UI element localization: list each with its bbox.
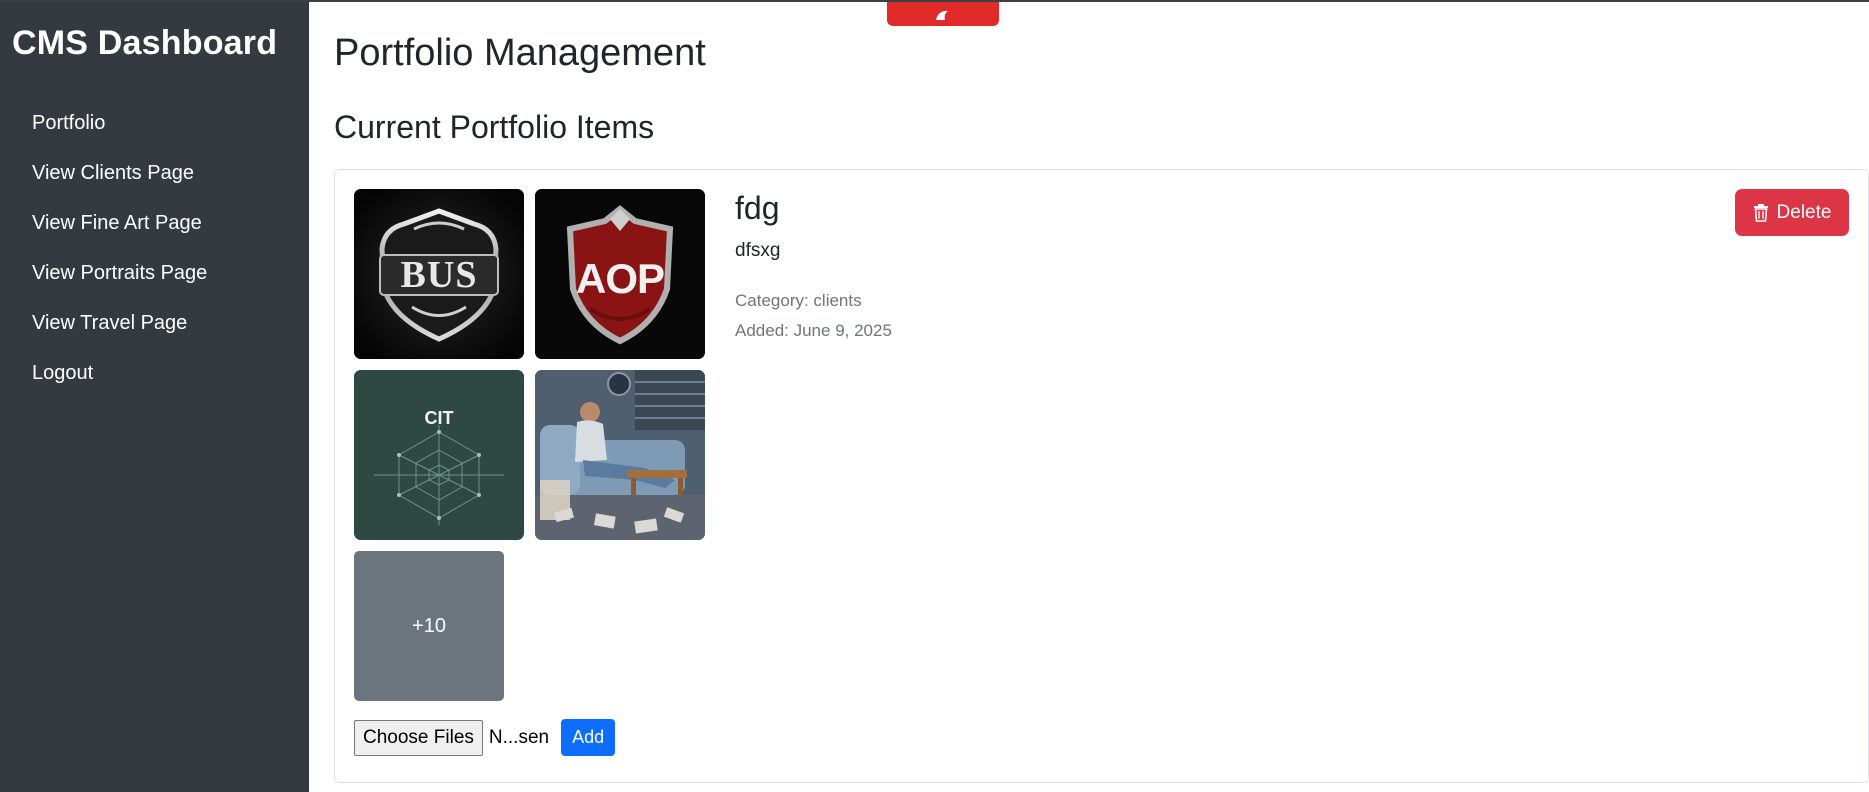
sidebar-item-portraits[interactable]: View Portraits Page: [0, 248, 309, 298]
upload-row: Choose Files N...sen Add: [354, 719, 616, 756]
main-content: Portfolio Management Current Portfolio I…: [309, 2, 1869, 792]
item-category: Category: clients: [735, 291, 862, 310]
bus-logo-text: BUS: [400, 254, 478, 296]
portfolio-image-bus-logo[interactable]: BUS: [354, 189, 524, 359]
cit-logo-image: [354, 370, 524, 540]
page-title: Portfolio Management: [334, 32, 706, 74]
sidebar-item-portfolio[interactable]: Portfolio: [0, 98, 309, 148]
item-title: fdg: [735, 190, 780, 226]
trash-icon: [1753, 203, 1768, 222]
more-images-tile[interactable]: +10: [354, 551, 504, 701]
section-title: Current Portfolio Items: [334, 109, 655, 145]
sidebar-item-logout[interactable]: Logout: [0, 348, 309, 398]
item-description: dfsxg: [735, 240, 781, 261]
add-button[interactable]: Add: [561, 719, 616, 756]
delete-button[interactable]: Delete: [1735, 189, 1849, 236]
portfolio-image-cit-logo[interactable]: CIT: [354, 370, 524, 540]
person-on-couch-image: [535, 370, 705, 540]
sidebar-nav: Portfolio View Clients Page View Fine Ar…: [0, 98, 309, 398]
aop-logo-text: AOP: [575, 255, 665, 302]
sidebar-item-clients[interactable]: View Clients Page: [0, 148, 309, 198]
sidebar-item-fine-art[interactable]: View Fine Art Page: [0, 198, 309, 248]
portfolio-image-aop-logo[interactable]: AOP: [535, 189, 705, 359]
choose-files-button[interactable]: Choose Files: [354, 719, 483, 756]
sidebar-title: CMS Dashboard: [12, 24, 278, 62]
sidebar-item-travel[interactable]: View Travel Page: [0, 298, 309, 348]
delete-button-label: Delete: [1776, 201, 1832, 223]
portfolio-image-person-photo[interactable]: [535, 370, 705, 540]
item-added-date: Added: June 9, 2025: [735, 321, 892, 340]
cit-logo-text: CIT: [424, 408, 454, 428]
sidebar: CMS Dashboard Portfolio View Clients Pag…: [0, 2, 309, 792]
file-status-text: N...sen: [488, 726, 550, 748]
portfolio-item-card: BUS AOP CIT +10 fdg dfsxg Category: clie…: [334, 169, 1869, 783]
